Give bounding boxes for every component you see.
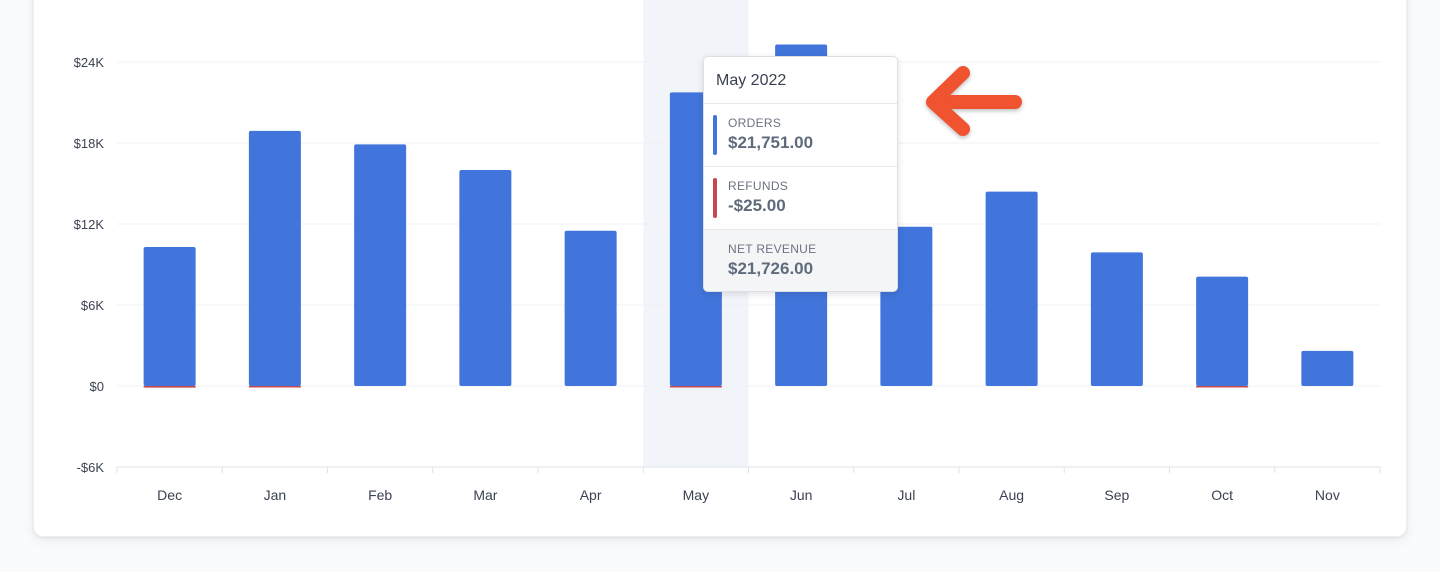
tooltip-refunds-row: REFUNDS -$25.00 [704, 167, 897, 230]
x-tick-label: Sep [1104, 487, 1129, 503]
x-tick-label: Jul [897, 487, 915, 503]
refunds-bar [669, 386, 722, 388]
y-tick-label: $12K [74, 217, 105, 232]
chart-tooltip: May 2022 ORDERS $21,751.00 REFUNDS -$25.… [703, 56, 898, 292]
y-tick-label: $0 [90, 379, 104, 394]
refunds-bar [248, 386, 301, 388]
y-tick-label: $24K [74, 55, 105, 70]
orders-bar [459, 170, 512, 386]
y-tick-label: -$6K [77, 460, 105, 475]
x-tick-label: Jun [790, 487, 813, 503]
net-revenue-value: $21,726.00 [728, 259, 814, 278]
x-tick-label: Jan [264, 487, 287, 503]
tooltip-net-revenue-row: NET REVENUE $21,726.00 [704, 230, 897, 291]
pointer-arrow-icon [926, 66, 1022, 136]
x-tick-label: Oct [1211, 487, 1233, 503]
refunds-value: -$25.00 [728, 196, 786, 215]
orders-bar [564, 230, 617, 386]
x-tick-label: Mar [473, 487, 497, 503]
orders-bar [1301, 350, 1354, 386]
orders-bar [1090, 252, 1143, 386]
tooltip-orders-row: ORDERS $21,751.00 [704, 104, 897, 167]
orders-bar [985, 191, 1038, 386]
orders-swatch [713, 115, 717, 155]
refunds-label: REFUNDS [728, 179, 789, 193]
y-tick-label: $18K [74, 136, 105, 151]
orders-bar [354, 144, 407, 386]
orders-value: $21,751.00 [728, 133, 814, 152]
y-tick-label: $6K [81, 298, 104, 313]
orders-bar [143, 246, 196, 386]
x-tick-label: Feb [368, 487, 392, 503]
tooltip-title: May 2022 [704, 57, 897, 104]
x-tick-label: Nov [1315, 487, 1340, 503]
net-revenue-label: NET REVENUE [728, 242, 817, 256]
refunds-bar [143, 386, 196, 388]
x-tick-label: Dec [157, 487, 182, 503]
x-tick-label: Apr [580, 487, 602, 503]
orders-label: ORDERS [728, 116, 782, 130]
refunds-swatch [713, 178, 717, 218]
orders-bar [248, 130, 301, 386]
x-tick-label: May [683, 487, 709, 503]
x-tick-label: Aug [999, 487, 1024, 503]
refunds-bar [1196, 386, 1249, 388]
orders-bar [1196, 276, 1249, 386]
